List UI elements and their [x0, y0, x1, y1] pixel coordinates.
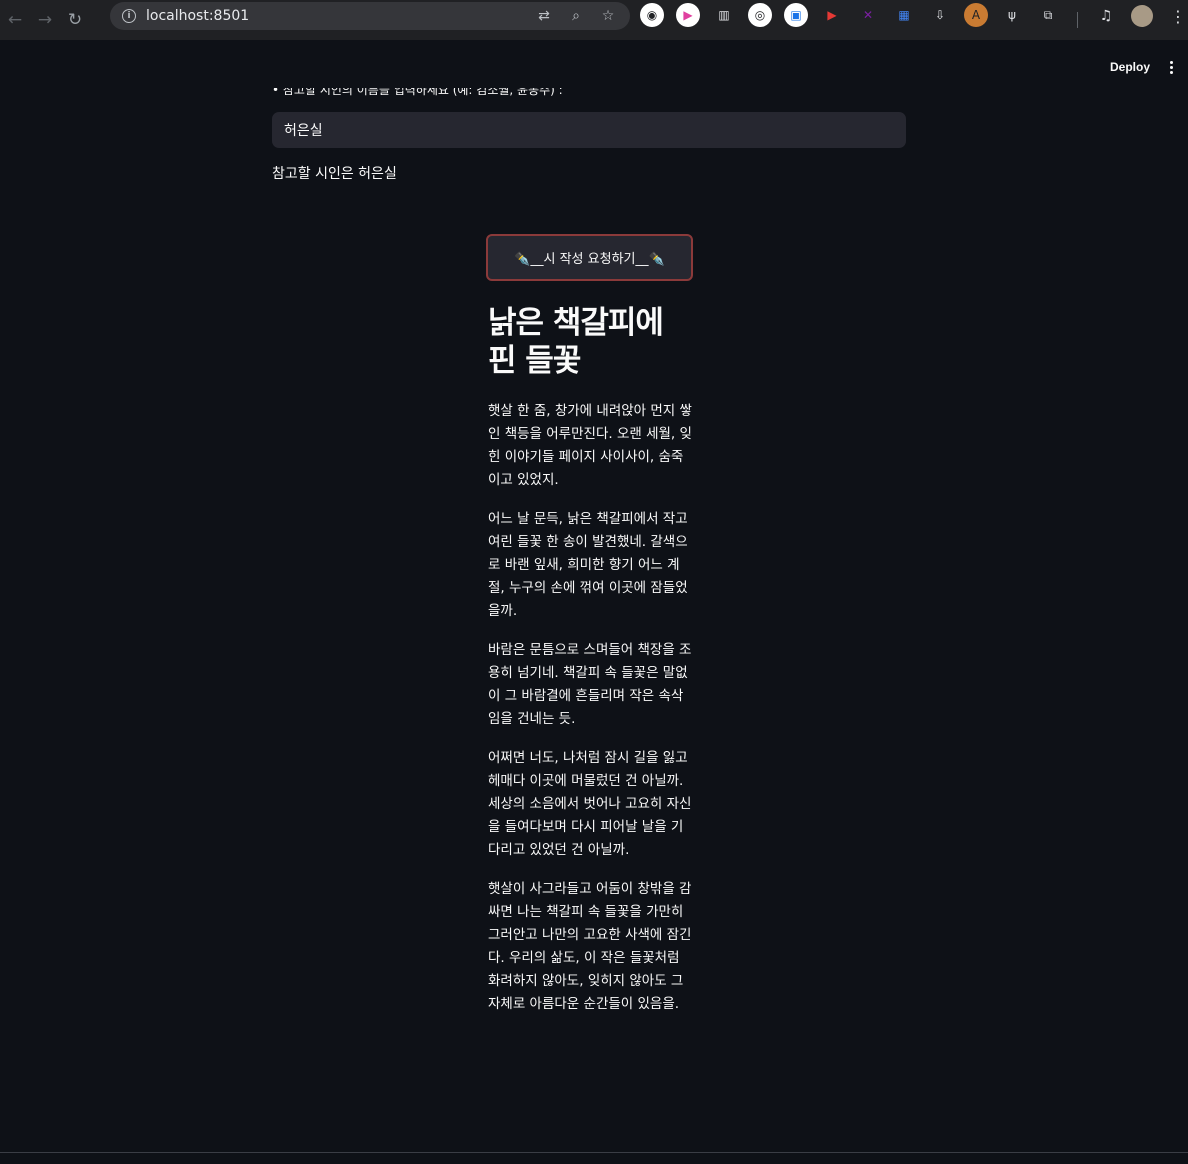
reload-icon[interactable]: ↻ — [62, 7, 88, 33]
poem-paragraph: 어느 날 문득, 낡은 책갈피에서 작고 여린 들꽃 한 송이 발견했네. 갈색… — [488, 511, 688, 619]
extension-x-icon[interactable]: ✕ — [856, 3, 880, 27]
media-control-icon[interactable]: ♫ — [1096, 6, 1116, 26]
extension-doc-icon[interactable]: ▣ — [784, 3, 808, 27]
poem-title: 낡은 책갈피에 핀 들꽃 — [488, 305, 664, 379]
poet-name-input[interactable]: 허은실 — [272, 112, 906, 148]
deploy-button[interactable]: Deploy — [1104, 56, 1156, 78]
back-icon[interactable]: ← — [2, 7, 28, 33]
address-bar[interactable]: i localhost:8501 ⇄ ⌕ ☆ — [110, 2, 630, 30]
extension-a-icon[interactable]: A — [964, 3, 988, 27]
poem-paragraph: 햇살 한 줌, 창가에 내려앉아 먼지 쌓인 책등을 어루만진다. 오랜 세월,… — [488, 403, 692, 488]
forward-icon[interactable]: → — [32, 7, 58, 33]
browser-menu-icon[interactable]: ⋮ — [1170, 6, 1186, 26]
site-info-icon[interactable]: i — [122, 9, 136, 23]
extension-play-icon[interactable]: ▶ — [676, 3, 700, 27]
toolbar-divider — [1077, 12, 1078, 28]
request-poem-button[interactable]: ✒️__시 작성 요청하기__✒️ — [486, 234, 693, 281]
extension-owl-icon[interactable]: ◉ — [640, 3, 664, 27]
extensions-puzzle-icon[interactable]: ⧉ — [1036, 3, 1060, 27]
browser-toolbar: ← → ↻ i localhost:8501 ⇄ ⌕ ☆ ◉ ▶ ▥ ◎ ▣ ▶ ✕ ▦ ⇩ Aψ ⧉ … — [0, 0, 1188, 40]
profile-avatar[interactable] — [1131, 5, 1153, 27]
address-url[interactable]: localhost:8501 — [146, 8, 249, 24]
poem-paragraph: 어쩌면 너도, 나처럼 잠시 길을 잃고 헤매다 이곳에 머물렀던 건 아닐까.… — [488, 750, 692, 858]
main-menu-icon[interactable] — [1162, 56, 1180, 78]
extension-grid-icon[interactable]: ▦ — [892, 3, 916, 27]
extension-camera-icon[interactable]: ◎ — [748, 3, 772, 27]
poem-paragraph: 햇살이 사그라들고 어둠이 창밖을 감싸면 나는 책갈피 속 들꽃을 가만히 그… — [488, 881, 692, 1012]
zoom-icon[interactable]: ⌕ — [566, 6, 586, 26]
page-bottom-border — [0, 1152, 1188, 1153]
poet-input-label: • 참고할 시인의 이름을 입력하세요 (예: 김소월, 윤동주) : — [272, 88, 906, 102]
poem-paragraph: 바람은 문틈으로 스며들어 책장을 조용히 넘기네. 책갈피 속 들꽃은 말없이… — [488, 642, 692, 727]
bookmark-star-icon[interactable]: ☆ — [598, 6, 618, 26]
poem-output: 낡은 책갈피에 핀 들꽃 햇살 한 줌, 창가에 내려앉아 먼지 쌓인 책등을 … — [488, 304, 694, 1016]
translate-icon[interactable]: ⇄ — [534, 6, 554, 26]
poet-input-label-text: • 참고할 시인의 이름을 입력하세요 (예: 김소월, 윤동주) : — [272, 88, 563, 97]
extension-reader-icon[interactable]: ▥ — [712, 3, 736, 27]
extension-red-play-icon[interactable]: ▶ — [820, 3, 844, 27]
extension-utensils-icon[interactable]: ψ — [1000, 3, 1024, 27]
selected-poet-text: 참고할 시인은 허은실 — [272, 166, 397, 182]
extension-download-icon[interactable]: ⇩ — [928, 3, 952, 27]
